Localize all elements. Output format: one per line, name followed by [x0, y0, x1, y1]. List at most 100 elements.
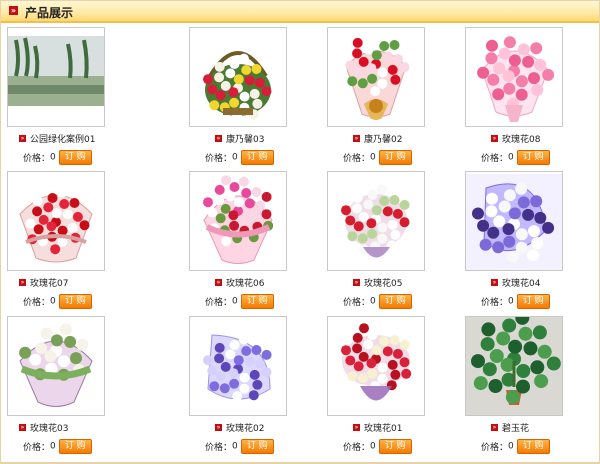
- order-button[interactable]: 订 购: [240, 150, 274, 165]
- price-row: 价格：0 订 购: [343, 294, 412, 309]
- price-value: 0: [50, 296, 56, 307]
- product-name: 玫瑰花05: [364, 279, 403, 289]
- order-button[interactable]: 订 购: [58, 439, 92, 454]
- double-arrow-icon: »: [215, 424, 222, 431]
- product-image[interactable]: [327, 316, 425, 416]
- product-image[interactable]: [189, 316, 287, 416]
- price-label: 价格：: [205, 443, 233, 453]
- price-label: 价格：: [23, 154, 51, 164]
- product-image[interactable]: [189, 171, 287, 271]
- product-name-row[interactable]: » 公园绿化案例01: [19, 132, 95, 145]
- product-card: » 玫瑰花05 价格：0 订 购: [327, 171, 477, 316]
- price-label: 价格：: [205, 298, 233, 308]
- order-button[interactable]: 订 购: [240, 439, 274, 454]
- product-name-row[interactable]: » 康乃馨02: [353, 132, 402, 145]
- product-card: » 玫瑰花04 价格：0 订 购: [465, 171, 600, 316]
- price-value: 0: [232, 296, 238, 307]
- order-button[interactable]: 订 购: [516, 150, 550, 165]
- double-arrow-icon: »: [491, 279, 498, 286]
- product-card: » 玫瑰花06 价格：0 订 购: [189, 171, 339, 316]
- price-value: 0: [508, 296, 514, 307]
- product-name-row[interactable]: » 玫瑰花02: [215, 421, 264, 434]
- product-card: » 玫瑰花07 价格：0 订 购: [7, 171, 157, 316]
- product-name-row[interactable]: » 玫瑰花01: [353, 421, 402, 434]
- double-arrow-icon: »: [491, 424, 498, 431]
- product-image[interactable]: [327, 27, 425, 127]
- product-name-row[interactable]: » 玫瑰花06: [215, 276, 264, 289]
- product-name-row[interactable]: » 康乃馨03: [215, 132, 264, 145]
- product-image[interactable]: [327, 171, 425, 271]
- product-card: » 公园绿化案例01 价格：0 订 购: [7, 27, 157, 172]
- product-display-panel: » 产品展示 » 公园绿化案例01 价格：0 订 购» 康乃馨03 价格：0 订 购» 康乃馨…: [0, 0, 600, 464]
- price-label: 价格：: [343, 443, 371, 453]
- price-value: 0: [370, 152, 376, 163]
- price-value: 0: [370, 441, 376, 452]
- product-image[interactable]: [7, 171, 105, 271]
- price-row: 价格：0 订 购: [481, 294, 550, 309]
- double-arrow-icon: »: [491, 135, 498, 142]
- price-row: 价格：0 订 购: [23, 150, 92, 165]
- product-card: » 碧玉花价格：0 订 购: [465, 316, 600, 461]
- order-button[interactable]: 订 购: [378, 150, 412, 165]
- product-name: 玫瑰花06: [226, 279, 265, 289]
- product-name: 康乃馨03: [226, 135, 265, 145]
- product-image[interactable]: [465, 27, 563, 127]
- double-arrow-icon: »: [215, 135, 222, 142]
- price-row: 价格：0 订 购: [23, 294, 92, 309]
- product-card: » 玫瑰花02 价格：0 订 购: [189, 316, 339, 461]
- price-row: 价格：0 订 购: [205, 294, 274, 309]
- product-name: 玫瑰花01: [364, 424, 403, 434]
- order-button[interactable]: 订 购: [58, 294, 92, 309]
- price-row: 价格：0 订 购: [23, 439, 92, 454]
- product-name-row[interactable]: » 玫瑰花07: [19, 276, 68, 289]
- price-label: 价格：: [205, 154, 233, 164]
- footer-divider: [1, 462, 599, 463]
- product-name: 玫瑰花04: [502, 279, 541, 289]
- order-button[interactable]: 订 购: [378, 439, 412, 454]
- order-button[interactable]: 订 购: [240, 294, 274, 309]
- product-image[interactable]: [465, 171, 563, 271]
- product-name: 碧玉花: [502, 424, 530, 434]
- product-name-row[interactable]: » 碧玉花: [491, 421, 529, 434]
- price-label: 价格：: [23, 298, 51, 308]
- product-image[interactable]: [7, 27, 105, 127]
- product-name-row[interactable]: » 玫瑰花04: [491, 276, 540, 289]
- product-card: » 玫瑰花01 价格：0 订 购: [327, 316, 477, 461]
- double-arrow-icon: »: [19, 279, 26, 286]
- double-arrow-icon: »: [215, 279, 222, 286]
- product-name: 玫瑰花03: [30, 424, 69, 434]
- price-label: 价格：: [481, 154, 509, 164]
- order-button[interactable]: 订 购: [378, 294, 412, 309]
- order-button[interactable]: 订 购: [58, 150, 92, 165]
- price-label: 价格：: [481, 443, 509, 453]
- price-value: 0: [508, 441, 514, 452]
- order-button[interactable]: 订 购: [516, 439, 550, 454]
- product-card: » 玫瑰花03 价格：0 订 购: [7, 316, 157, 461]
- product-name-row[interactable]: » 玫瑰花03: [19, 421, 68, 434]
- product-image[interactable]: [189, 27, 287, 127]
- product-name-row[interactable]: » 玫瑰花05: [353, 276, 402, 289]
- price-value: 0: [232, 441, 238, 452]
- price-value: 0: [50, 441, 56, 452]
- price-value: 0: [232, 152, 238, 163]
- product-name: 康乃馨02: [364, 135, 403, 145]
- price-label: 价格：: [343, 154, 371, 164]
- product-name-row[interactable]: » 玫瑰花08: [491, 132, 540, 145]
- double-arrow-icon: »: [9, 6, 18, 15]
- price-value: 0: [50, 152, 56, 163]
- product-image[interactable]: [465, 316, 563, 416]
- double-arrow-icon: »: [19, 135, 26, 142]
- product-name: 公园绿化案例01: [30, 135, 96, 145]
- price-label: 价格：: [343, 298, 371, 308]
- product-card: » 康乃馨03 价格：0 订 购: [189, 27, 339, 172]
- product-image[interactable]: [7, 316, 105, 416]
- price-row: 价格：0 订 购: [481, 150, 550, 165]
- order-button[interactable]: 订 购: [516, 294, 550, 309]
- double-arrow-icon: »: [19, 424, 26, 431]
- section-header: » 产品展示: [1, 1, 599, 23]
- double-arrow-icon: »: [353, 424, 360, 431]
- price-value: 0: [370, 296, 376, 307]
- price-row: 价格：0 订 购: [343, 150, 412, 165]
- double-arrow-icon: »: [353, 135, 360, 142]
- price-value: 0: [508, 152, 514, 163]
